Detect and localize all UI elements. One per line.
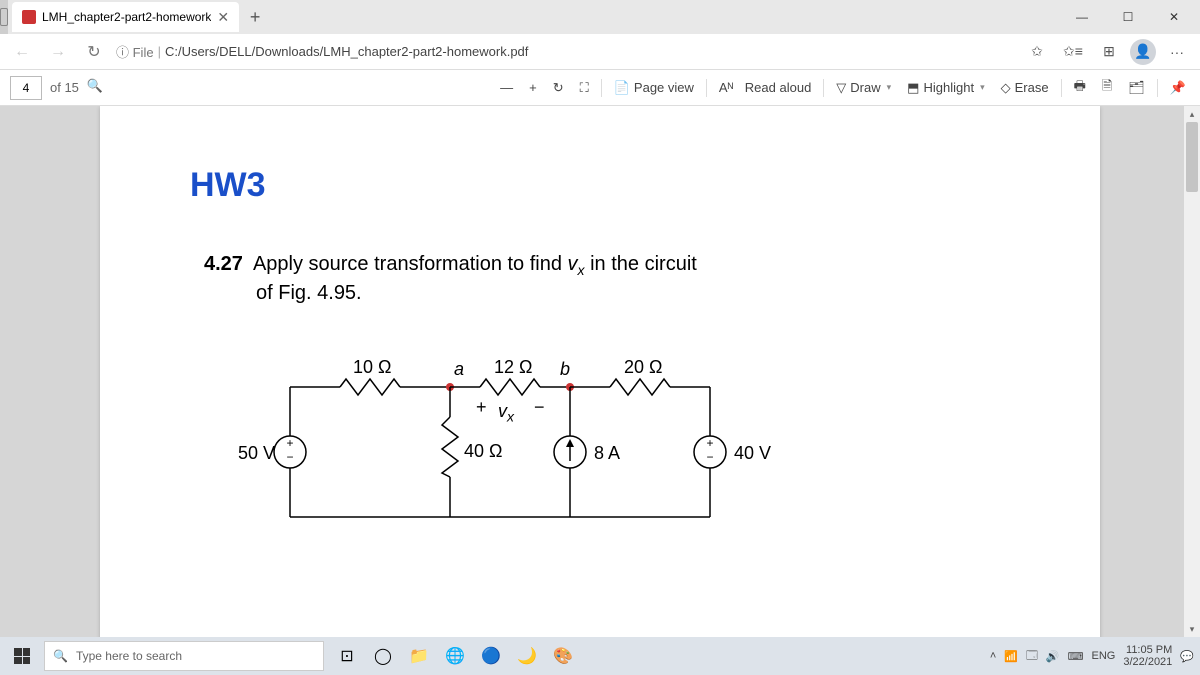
browser-tab[interactable]: LMH_chapter2-part2-homework ✕	[12, 2, 239, 32]
nav-back-button[interactable]: ←	[8, 38, 36, 66]
print-button[interactable]: 🖶	[1066, 74, 1094, 102]
r40-label: 40 Ω	[464, 441, 502, 462]
scroll-down-arrow[interactable]: ▾	[1184, 621, 1200, 637]
pdf-toolbar: of 15 🔍 — + ↻ ⛶ 📄 Page view Aᴺ Read alou…	[0, 70, 1200, 106]
chrome-icon[interactable]: 🔵	[474, 639, 508, 673]
problem-number: 4.27	[204, 253, 243, 275]
window-minimize-button[interactable]: —	[1060, 2, 1104, 32]
clock[interactable]: 11:05 PM 3/22/2021	[1123, 644, 1172, 668]
volume-icon[interactable]: 🔊	[1046, 650, 1060, 663]
window-close-button[interactable]: ✕	[1152, 2, 1196, 32]
page-count-label: of 15	[50, 80, 79, 95]
v40-label: 40 V	[734, 443, 771, 464]
star-icon[interactable]: ✩	[1022, 37, 1052, 67]
fit-button[interactable]: ⛶	[572, 74, 597, 102]
vx-plus: +	[476, 397, 487, 418]
scroll-thumb[interactable]	[1186, 122, 1198, 192]
address-bar: ← → ↻ ⓘ File | C:/Users/DELL/Downloads/L…	[0, 34, 1200, 70]
r12-label: 12 Ω	[494, 357, 532, 378]
address-prefix: ⓘ File	[116, 42, 154, 61]
svg-text:+: +	[706, 436, 713, 450]
erase-button[interactable]: ◇ Erase	[993, 74, 1057, 102]
page-view-button[interactable]: 📄 Page view	[606, 74, 702, 102]
scroll-up-arrow[interactable]: ▴	[1184, 106, 1200, 122]
page-number-input[interactable]	[10, 76, 42, 100]
nav-forward-button[interactable]: →	[44, 38, 72, 66]
vertical-scrollbar[interactable]: ▴ ▾	[1184, 106, 1200, 637]
vx-label: vx	[498, 401, 514, 425]
pdf-icon	[22, 10, 36, 24]
address-field[interactable]: ⓘ File | C:/Users/DELL/Downloads/LMH_cha…	[116, 42, 1014, 61]
page-heading: HW3	[190, 166, 1010, 205]
zoom-out-button[interactable]: —	[492, 74, 521, 102]
read-aloud-button[interactable]: Aᴺ Read aloud	[711, 74, 819, 102]
tab-title: LMH_chapter2-part2-homework	[42, 10, 211, 24]
search-icon[interactable]: 🔍	[87, 78, 107, 98]
keyboard-icon[interactable]: ⌨	[1068, 650, 1084, 663]
problem-text: 4.27Apply source transformation to find …	[204, 251, 804, 307]
battery-icon[interactable]: 🗔	[1026, 647, 1038, 666]
favorites-icon[interactable]: ✩≡	[1058, 37, 1088, 67]
v50-label: 50 V	[238, 443, 275, 464]
windows-taskbar: 🔍 Type here to search ⊡ ◯ 📁 🌐 🔵 🌙 🎨 ˄ 📶 …	[0, 637, 1200, 675]
draw-button[interactable]: ▽ Draw▾	[828, 74, 899, 102]
cortana-icon[interactable]: ◯	[366, 639, 400, 673]
start-button[interactable]	[0, 637, 44, 675]
pin-toolbar-button[interactable]: 📌	[1162, 74, 1194, 102]
nav-refresh-button[interactable]: ↻	[80, 38, 108, 66]
circuit-figure: + − + − 10 Ω a 12 Ω b 20 Ω + vx −	[240, 347, 760, 547]
pdf-viewport[interactable]: HW3 4.27Apply source transformation to f…	[0, 106, 1200, 637]
saveas-button[interactable]: 🗂	[1120, 74, 1153, 102]
wifi-icon[interactable]: 📶	[1004, 650, 1018, 663]
vx-minus: −	[534, 397, 545, 418]
edge-icon[interactable]: 🌐	[438, 639, 472, 673]
pdf-page: HW3 4.27Apply source transformation to f…	[100, 106, 1100, 637]
node-a-label: a	[454, 359, 464, 380]
highlight-button[interactable]: ⬒ Highlight▾	[899, 74, 992, 102]
explorer-icon[interactable]: 📁	[402, 639, 436, 673]
browser-tabbar: LMH_chapter2-part2-homework ✕ + — ☐ ✕	[0, 0, 1200, 34]
more-icon[interactable]: ···	[1162, 37, 1192, 67]
tab-close-button[interactable]: ✕	[217, 9, 229, 26]
language-indicator[interactable]: ENG	[1092, 650, 1116, 662]
new-tab-button[interactable]: +	[241, 3, 269, 31]
paint-icon[interactable]: 🎨	[546, 639, 580, 673]
node-b-label: b	[560, 359, 570, 380]
svg-text:+: +	[286, 436, 293, 450]
svg-text:−: −	[706, 450, 713, 464]
profile-avatar[interactable]: 👤	[1130, 39, 1156, 65]
tab-leading-icon	[0, 0, 8, 34]
rotate-button[interactable]: ↻	[545, 74, 572, 102]
r10-label: 10 Ω	[353, 357, 391, 378]
address-path: C:/Users/DELL/Downloads/LMH_chapter2-par…	[165, 44, 528, 59]
tray-chevron-icon[interactable]: ˄	[990, 650, 996, 662]
r20-label: 20 Ω	[624, 357, 662, 378]
task-view-icon[interactable]: ⊡	[330, 639, 364, 673]
svg-text:−: −	[286, 450, 293, 464]
window-maximize-button[interactable]: ☐	[1106, 2, 1150, 32]
app-icon[interactable]: 🌙	[510, 639, 544, 673]
i8-label: 8 A	[594, 443, 620, 464]
taskbar-search[interactable]: 🔍 Type here to search	[44, 641, 324, 671]
address-sep: |	[158, 44, 161, 59]
zoom-in-button[interactable]: +	[521, 74, 545, 102]
save-button[interactable]: 🗎	[1094, 74, 1120, 102]
collections-icon[interactable]: ⊞	[1094, 37, 1124, 67]
notifications-icon[interactable]: 💬	[1180, 650, 1194, 663]
